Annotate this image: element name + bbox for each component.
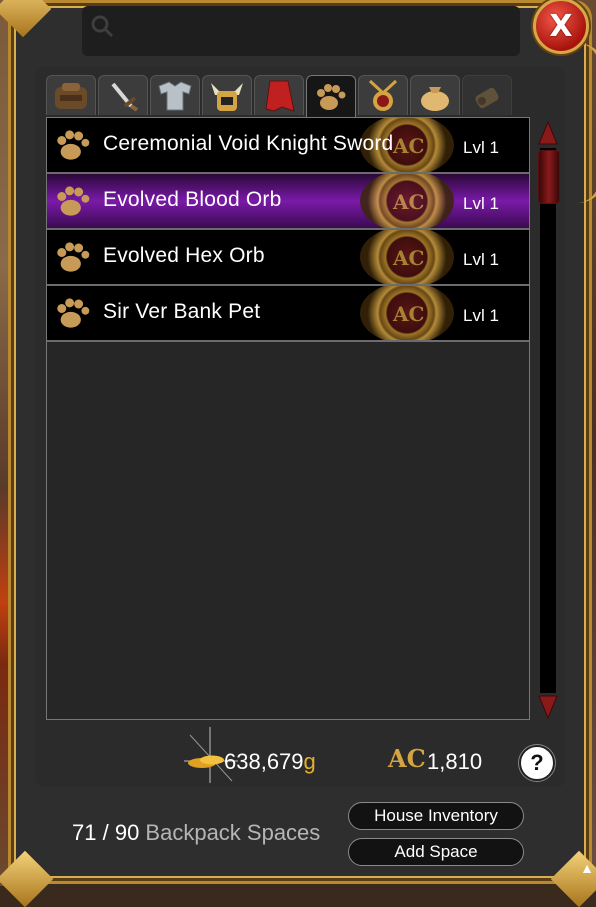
item-name: Evolved Blood Orb [103, 188, 282, 211]
close-button[interactable]: X [533, 0, 589, 54]
expand-arrow-icon[interactable]: ▲ [580, 860, 594, 876]
item-name: Ceremonial Void Knight Sword [103, 132, 394, 155]
tab-weapons[interactable] [98, 75, 148, 115]
item-level: Lvl 1 [463, 250, 499, 269]
list-item[interactable]: AC Evolved Hex Orb Lvl 1 [47, 230, 529, 286]
tab-amulets[interactable] [358, 75, 408, 115]
ac-amount: 1,810 [427, 749, 483, 774]
item-level: Lvl 1 [463, 138, 499, 157]
add-space-button[interactable]: Add Space [348, 838, 524, 866]
tab-armor[interactable] [150, 75, 200, 115]
resource-icon [475, 87, 499, 108]
helm-icon [211, 82, 243, 111]
close-icon: X [549, 8, 573, 44]
scroll-down-arrow-icon[interactable] [537, 694, 559, 720]
backpack-total: 90 [114, 820, 140, 845]
frame-corner-ornament [0, 850, 54, 907]
tab-items[interactable] [410, 75, 460, 115]
paw-icon [57, 298, 90, 328]
cape-icon [265, 80, 295, 112]
item-level: Lvl 1 [463, 194, 499, 213]
ac-coin-icon: AC [360, 286, 454, 340]
scroll-thumb[interactable] [538, 150, 560, 204]
paw-icon [57, 242, 90, 272]
paw-icon [317, 83, 346, 110]
tab-helms[interactable] [202, 75, 252, 115]
help-icon: ? [530, 750, 544, 775]
item-bag-icon [421, 86, 449, 111]
house-inventory-button[interactable]: House Inventory [348, 802, 524, 830]
bag-icon [55, 82, 87, 109]
gold-amount: 638,679g [224, 749, 316, 774]
item-level: Lvl 1 [463, 306, 499, 325]
scrollbar[interactable] [537, 120, 560, 720]
armor-icon [158, 80, 192, 110]
search-icon [91, 15, 114, 38]
ac-icon: AC [388, 744, 426, 773]
item-list: AC Ceremonial Void Knight Sword Lvl 1 AC… [46, 117, 530, 720]
search-input[interactable] [82, 6, 520, 56]
list-item[interactable]: AC Sir Ver Bank Pet Lvl 1 [47, 286, 529, 342]
category-tabs [46, 75, 512, 117]
scroll-track[interactable] [540, 148, 556, 693]
tab-pets[interactable] [306, 75, 356, 117]
tab-resources[interactable] [462, 75, 512, 115]
scroll-up-arrow-icon[interactable] [537, 120, 559, 146]
paw-icon [57, 130, 90, 160]
sword-icon [111, 82, 139, 112]
help-button[interactable]: ? [519, 745, 555, 781]
frame-corner-ornament [0, 0, 52, 38]
frame-vine-ornament [575, 43, 596, 203]
item-name: Evolved Hex Orb [103, 244, 265, 267]
amulet-icon [368, 79, 398, 111]
tab-capes[interactable] [254, 75, 304, 115]
tab-bag[interactable] [46, 75, 96, 115]
backpack-spaces: 71 / 90 Backpack Spaces [72, 820, 320, 846]
list-item[interactable]: AC Ceremonial Void Knight Sword Lvl 1 [47, 118, 529, 174]
item-name: Sir Ver Bank Pet [103, 300, 261, 323]
backpack-label: Backpack Spaces [139, 820, 321, 845]
backpack-used: 71 [72, 820, 97, 845]
paw-icon [57, 186, 90, 216]
list-item-selected[interactable]: AC Evolved Blood Orb Lvl 1 [47, 174, 529, 230]
ac-coin-icon: AC [360, 174, 454, 228]
ac-coin-icon: AC [360, 230, 454, 284]
backpack-separator: / [96, 820, 115, 845]
